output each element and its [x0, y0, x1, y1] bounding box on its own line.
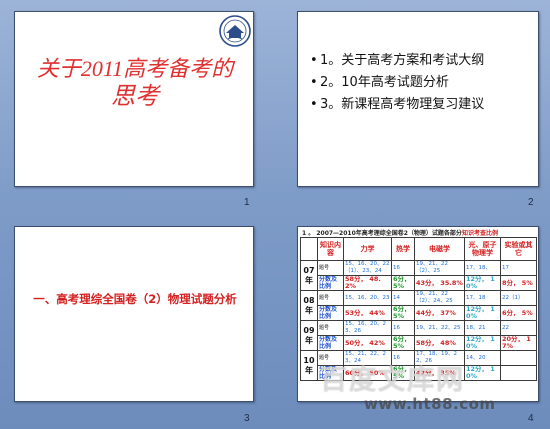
- question-cell: 19、21、22（2）、25: [414, 260, 465, 276]
- table-row: 09年 题号 15、16、20、23、26 16 19、21、22、25 18、21 22: [300, 320, 537, 351]
- question-cell: 16: [391, 260, 415, 276]
- slide-thumbnail-3[interactable]: 一、高考理综全国卷（2）物理试题分析: [14, 226, 254, 402]
- question-cell: 15、16、20、23、26: [343, 320, 392, 336]
- slide-number-2: 2: [528, 197, 534, 208]
- year-cell: 09年: [300, 320, 318, 351]
- score-cell: 6分， 5%: [391, 335, 415, 351]
- question-cell: [500, 350, 537, 366]
- score-cell: 50分， 42%: [343, 335, 392, 351]
- question-cell: 15、16、20、22（1）、23、24: [343, 260, 392, 276]
- score-cell: 20分， 17%: [500, 335, 537, 351]
- year-cell: 08年: [300, 290, 318, 321]
- table-header-row: 知识内容 力学 热学 电磁学 光、原子物理学 实验或其它: [300, 237, 537, 261]
- question-cell: 17、18: [464, 290, 501, 306]
- table-row: 07年 题号 15、16、20、22（1）、23、24 16 19、21、22（2）、2…: [300, 260, 537, 291]
- score-cell: 12分， 10%: [464, 305, 501, 321]
- score-cell: 6分， 5%: [500, 305, 537, 321]
- score-cell: 43分， 35.8%: [414, 275, 465, 291]
- slide-3-title: 一、高考理综全国卷（2）物理试题分析: [33, 292, 237, 306]
- question-cell: 22: [500, 320, 537, 336]
- table-row: 分数及比例 58分， 48.2% 6分， 5% 43分， 35.8% 12分， 10% 8…: [301, 275, 537, 291]
- score-cell: 58分， 48.2%: [343, 275, 392, 291]
- exam-score-table: 知识内容 力学 热学 电磁学 光、原子物理学 实验或其它 07年 题号 15、16、…: [300, 237, 537, 381]
- score-cell: 58分， 48%: [414, 335, 465, 351]
- slide-number-4: 4: [528, 413, 534, 424]
- outline-item: • 3。新课程高考物理复习建议: [310, 97, 485, 112]
- slide-4-heading: 1 。 2007—2010年高考理综全国卷2（物理）试题各部分知识考查比例: [302, 230, 498, 237]
- university-seal-icon: [219, 15, 251, 47]
- question-cell: 22（1）: [500, 290, 537, 306]
- score-cell: 42分， 35%: [414, 365, 465, 381]
- row-label: 题号: [317, 320, 344, 336]
- score-cell: 8分， 5%: [500, 275, 537, 291]
- score-cell: 6分， 5%: [391, 275, 415, 291]
- header-cell: 热学: [391, 237, 415, 261]
- header-cell: 力学: [343, 237, 392, 261]
- row-label: 分数及比例: [317, 275, 344, 291]
- slide-number-1: 1: [244, 197, 250, 208]
- score-cell: 12分， 10%: [464, 365, 501, 381]
- question-cell: 17: [500, 260, 537, 276]
- row-label: 题号: [317, 350, 344, 366]
- table-row: 分数及比例 50分， 42% 6分， 5% 58分， 48% 12分， 10% 20分， …: [301, 335, 537, 351]
- question-cell: 16: [391, 320, 415, 336]
- score-cell: [500, 365, 537, 381]
- question-cell: 15、21、22、23、24: [343, 350, 392, 366]
- outline-item: • 1。关于高考方案和考试大纲: [310, 53, 485, 68]
- header-cell: 实验或其它: [500, 237, 537, 261]
- score-cell: 6分， 5%: [391, 305, 415, 321]
- slide-thumbnail-2[interactable]: • 1。关于高考方案和考试大纲 • 2。10年高考试题分析 • 3。新课程高考物理复习…: [297, 11, 539, 187]
- slide-thumbnail-1[interactable]: 关于2011高考备考的 思考: [14, 11, 254, 187]
- table-row: 分数及比例 53分， 44% 6分， 5% 44分， 37% 12分， 10% 6分， 5…: [301, 305, 537, 321]
- question-cell: 17、18、19、22、26: [414, 350, 465, 366]
- row-label: 分数及比例: [317, 365, 344, 381]
- outline-list: • 1。关于高考方案和考试大纲 • 2。10年高考试题分析 • 3。新课程高考物理复习…: [310, 50, 538, 116]
- row-label: 题号: [317, 260, 344, 276]
- header-cell: 知识内容: [317, 237, 344, 261]
- question-cell: 14: [391, 290, 415, 306]
- table-row: 分数及比例 60分， 50% 6分， 5% 42分， 35% 12分， 10%: [301, 365, 537, 381]
- slide-1-title-line-2: 思考: [111, 84, 159, 110]
- row-label: 分数及比例: [317, 305, 344, 321]
- question-cell: 16: [391, 350, 415, 366]
- table-row: 08年 题号 15、16、20、23 14 19、21、22（2）、24、25 17、18…: [300, 290, 537, 321]
- slide-1-title-line-1: 关于2011高考备考的: [36, 56, 234, 81]
- question-cell: 19、21、22、25: [414, 320, 465, 336]
- slide-number-3: 3: [244, 413, 250, 424]
- row-label: 分数及比例: [317, 335, 344, 351]
- question-cell: 17、18、: [464, 260, 501, 276]
- score-cell: 12分， 10%: [464, 275, 501, 291]
- question-cell: 15、16、20、23: [343, 290, 392, 306]
- header-cell: 光、原子物理学: [464, 237, 501, 261]
- table-row: 10年 题号 15、21、22、23、24 16 17、18、19、22、26 14、20: [300, 350, 537, 381]
- question-cell: 14、20: [464, 350, 501, 366]
- score-cell: 53分， 44%: [343, 305, 392, 321]
- score-cell: 6分， 5%: [391, 365, 415, 381]
- row-label: 题号: [317, 290, 344, 306]
- question-cell: 19、21、22（2）、24、25: [414, 290, 465, 306]
- outline-item: • 2。10年高考试题分析: [310, 75, 449, 90]
- score-cell: 12分， 10%: [464, 335, 501, 351]
- score-cell: 60分， 50%: [343, 365, 392, 381]
- header-cell: 电磁学: [414, 237, 465, 261]
- year-cell: 07年: [300, 260, 318, 291]
- score-cell: 44分， 37%: [414, 305, 465, 321]
- slide-thumbnail-4[interactable]: 1 。 2007—2010年高考理综全国卷2（物理）试题各部分知识考查比例 知识…: [297, 226, 539, 402]
- year-cell: 10年: [300, 350, 318, 381]
- question-cell: 18、21: [464, 320, 501, 336]
